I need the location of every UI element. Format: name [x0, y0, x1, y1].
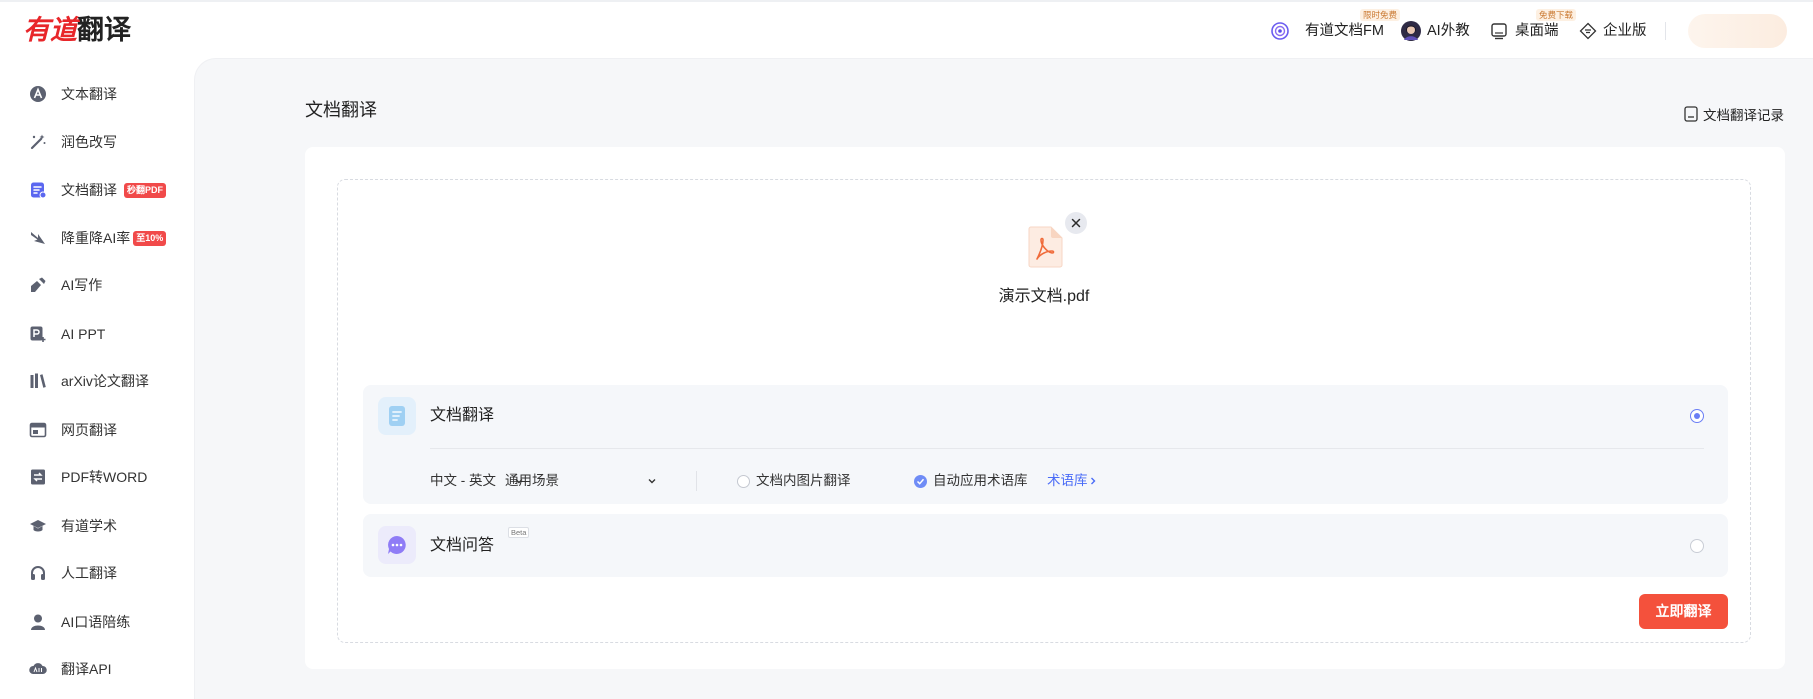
sidebar-item-webpage-translate[interactable]: 网页翻译: [0, 410, 194, 450]
history-link[interactable]: 文档翻译记录: [1684, 104, 1784, 124]
auto-glossary-label[interactable]: 自动应用术语库: [933, 471, 1028, 491]
auto-glossary-checkbox[interactable]: [914, 475, 927, 488]
pdf-to-word-icon: [29, 468, 47, 486]
translate-now-button[interactable]: 立即翻译: [1639, 594, 1728, 629]
sidebar-item-ai-speaking[interactable]: AI口语陪练: [0, 602, 194, 642]
sidebar-item-reduce-ai[interactable]: 降重降AI率 至10%: [0, 218, 194, 258]
monitor-icon[interactable]: [1490, 22, 1508, 40]
close-icon: [1071, 218, 1081, 228]
scene-select[interactable]: 通用场景: [505, 471, 559, 491]
magic-wand-icon: [29, 133, 47, 151]
sidebar-item-label: 翻译API: [61, 661, 112, 677]
sidebar-badge: 至10%: [133, 230, 167, 246]
history-doc-icon: [1684, 106, 1698, 122]
file-dropzone[interactable]: 演示文档.pdf 文档翻译 中文 - 英文 通用场景 文档内图片翻译 自动应用术…: [337, 179, 1751, 643]
document-option-icon: [378, 397, 416, 435]
sidebar-item-label: arXiv论文翻译: [61, 373, 149, 389]
document-translate-icon: [29, 181, 47, 199]
sidebar-item-api[interactable]: 翻译API: [0, 649, 194, 689]
app-window: 有道翻译 有道文档FM 限时免费 AI外教 桌面端 免费下载 企业版 文本翻译 …: [0, 0, 1813, 699]
chevron-right-icon[interactable]: [1088, 476, 1098, 486]
text-translate-icon: [29, 85, 47, 103]
sidebar-item-document-translate[interactable]: 文档翻译 秒翻PDF: [0, 170, 194, 210]
chat-option-icon: [378, 526, 416, 564]
chevron-down-icon[interactable]: [647, 476, 657, 486]
pdf-file-icon: [1028, 226, 1063, 268]
logo[interactable]: 有道翻译: [23, 12, 131, 48]
graduation-cap-icon: [29, 517, 47, 535]
person-icon: [29, 613, 47, 631]
sidebar-item-ai-ppt[interactable]: AI PPT: [0, 314, 194, 354]
sidebar-item-polish[interactable]: 润色改写: [0, 122, 194, 162]
ai-write-icon: [29, 276, 47, 294]
beta-tag: Beta: [508, 527, 530, 538]
top-header: 有道翻译 有道文档FM 限时免费 AI外教 桌面端 免费下载 企业版: [0, 0, 1813, 58]
sidebar-item-label: 文本翻译: [61, 86, 117, 102]
sidebar-item-human-translate[interactable]: 人工翻译: [0, 553, 194, 593]
option-radio-unselected[interactable]: [1690, 539, 1704, 553]
option-document-translate[interactable]: 文档翻译 中文 - 英文 通用场景 文档内图片翻译 自动应用术语库 术语库: [363, 385, 1728, 504]
option-divider: [430, 448, 1704, 449]
header-action-button[interactable]: [1688, 14, 1787, 48]
nav-doc-fm-badge: 限时免费: [1360, 9, 1401, 21]
podcast-icon[interactable]: [1271, 22, 1289, 40]
option-title: 文档翻译: [430, 407, 495, 424]
logo-part-2: 翻译: [77, 15, 131, 45]
sidebar-item-arxiv[interactable]: arXiv论文翻译: [0, 361, 194, 401]
sidebar: 文本翻译 润色改写 文档翻译 秒翻PDF 降重降AI率 至10% AI写作 AI…: [0, 58, 194, 699]
nav-desktop-badge: 免费下载: [1536, 9, 1577, 21]
headset-icon: [29, 564, 47, 582]
sidebar-item-label: 人工翻译: [61, 565, 117, 581]
sidebar-item-label: 文档翻译: [61, 182, 117, 198]
ai-ppt-icon: [29, 325, 47, 343]
sidebar-badge: 秒翻PDF: [124, 182, 167, 198]
nav-enterprise[interactable]: 企业版: [1603, 21, 1647, 41]
sidebar-item-label: AI写作: [61, 277, 103, 293]
check-icon: [916, 478, 925, 485]
image-translate-checkbox[interactable]: [737, 475, 750, 488]
language-pair-select[interactable]: 中文 - 英文: [430, 471, 496, 491]
reduce-icon: [29, 229, 47, 247]
sidebar-item-label: 网页翻译: [61, 422, 117, 438]
sidebar-item-label: 润色改写: [61, 134, 117, 150]
sidebar-item-label: AI口语陪练: [61, 614, 131, 630]
api-icon: [29, 660, 47, 678]
file-name: 演示文档.pdf: [998, 288, 1090, 305]
nav-doc-fm[interactable]: 有道文档FM: [1305, 21, 1384, 41]
sidebar-item-label: AI PPT: [61, 326, 106, 342]
option-title: 文档问答: [430, 537, 495, 554]
sidebar-item-label: PDF转WORD: [61, 469, 148, 485]
upload-card: 演示文档.pdf 文档翻译 中文 - 英文 通用场景 文档内图片翻译 自动应用术…: [305, 147, 1785, 669]
webpage-icon: [29, 421, 47, 439]
sidebar-item-label: 有道学术: [61, 518, 117, 534]
glossary-link[interactable]: 术语库: [1047, 471, 1088, 491]
avatar[interactable]: [1401, 21, 1421, 41]
sidebar-item-ai-write[interactable]: AI写作: [0, 265, 194, 305]
sidebar-item-academic[interactable]: 有道学术: [0, 506, 194, 546]
nav-desktop[interactable]: 桌面端: [1515, 21, 1559, 41]
main-content: 文档翻译 文档翻译记录 演示文档.pdf 文档翻译 中文 - 英文 通用场景 文…: [194, 58, 1813, 699]
sidebar-item-pdf-to-word[interactable]: PDF转WORD: [0, 457, 194, 497]
image-translate-label[interactable]: 文档内图片翻译: [756, 471, 851, 491]
history-link-label: 文档翻译记录: [1703, 108, 1784, 123]
option-document-qa[interactable]: 文档问答 Beta: [363, 514, 1728, 577]
option-radio-selected[interactable]: [1690, 409, 1704, 423]
sidebar-item-text-translate[interactable]: 文本翻译: [0, 74, 194, 114]
nav-ai-tutor[interactable]: AI外教: [1427, 21, 1470, 41]
header-divider: [1665, 22, 1666, 40]
page-title: 文档翻译: [305, 100, 377, 120]
logo-part-1: 有道: [23, 15, 77, 45]
books-icon: [29, 372, 47, 390]
sidebar-item-label: 降重降AI率: [61, 230, 131, 246]
enterprise-icon[interactable]: [1579, 22, 1597, 40]
remove-file-button[interactable]: [1065, 212, 1087, 234]
row-divider: [696, 471, 697, 491]
